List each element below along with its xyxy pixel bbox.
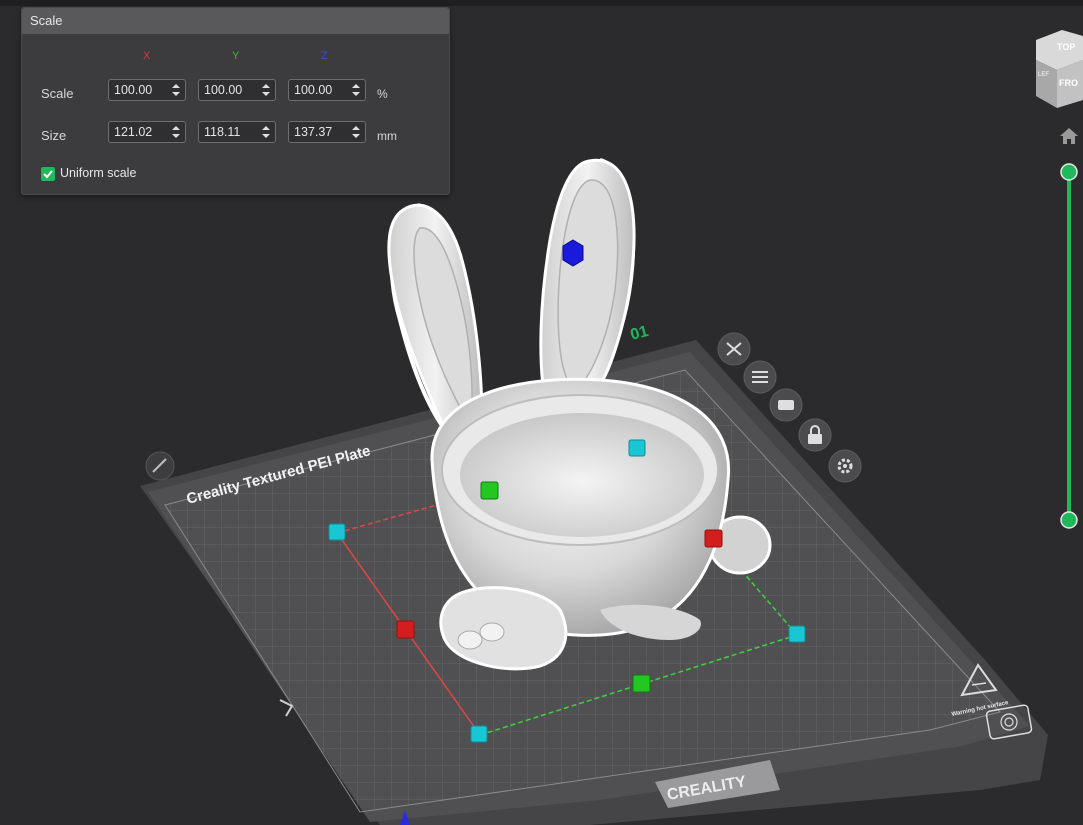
size-unit: mm: [377, 129, 397, 143]
plate-settings-button[interactable]: [828, 449, 862, 483]
view-cube-front: FRO: [1059, 78, 1078, 88]
uniform-scale-checkbox[interactable]: [41, 167, 55, 181]
size-x-value: 121.02: [114, 125, 153, 139]
plate-close-button[interactable]: [717, 332, 751, 366]
home-icon[interactable]: [1059, 126, 1079, 146]
layer-slider-bottom-handle: [1060, 511, 1078, 529]
scale-panel: Scale X Y Z Scale 100.00 100.00 100.00 %…: [21, 7, 450, 195]
plate-auto-arrange-button[interactable]: [769, 388, 803, 422]
layer-slider[interactable]: [1058, 163, 1080, 529]
plate-edit-button[interactable]: [145, 451, 175, 481]
stepper-arrows-icon[interactable]: [170, 124, 182, 140]
stepper-arrows-icon[interactable]: [260, 82, 272, 98]
scale-x-value: 100.00: [114, 83, 153, 97]
stepper-arrows-icon[interactable]: [170, 82, 182, 98]
plate-number: 01: [629, 323, 651, 344]
plate-lock-button[interactable]: [798, 418, 832, 452]
scale-panel-title: Scale: [22, 8, 449, 34]
axis-z-header: Z: [321, 50, 328, 62]
view-cube[interactable]: TOP FRO LEF: [1032, 30, 1083, 110]
scale-y-input[interactable]: 100.00: [198, 79, 276, 101]
layer-slider-top-handle: [1060, 163, 1078, 181]
scale-z-input[interactable]: 100.00: [288, 79, 366, 101]
size-z-input[interactable]: 137.37: [288, 121, 366, 143]
size-y-value: 118.11: [204, 125, 241, 139]
size-z-value: 137.37: [294, 125, 333, 139]
stepper-arrows-icon[interactable]: [350, 124, 362, 140]
scale-y-value: 100.00: [204, 83, 243, 97]
size-row-label: Size: [41, 128, 67, 143]
view-cube-left: LEF: [1038, 72, 1049, 78]
scale-z-value: 100.00: [294, 83, 333, 97]
stepper-arrows-icon[interactable]: [260, 124, 272, 140]
scale-x-input[interactable]: 100.00: [108, 79, 186, 101]
axis-y-header: Y: [232, 50, 240, 62]
axis-x-header: X: [143, 50, 151, 62]
size-y-input[interactable]: 118.11: [198, 121, 276, 143]
checkmark-icon: [43, 170, 53, 179]
view-cube-top: TOP: [1057, 42, 1075, 52]
plate-list-button[interactable]: [743, 360, 777, 394]
auto-arrange-icon: [778, 400, 794, 410]
uniform-scale-label[interactable]: Uniform scale: [60, 166, 136, 180]
size-x-input[interactable]: 121.02: [108, 121, 186, 143]
scale-row-label: Scale: [41, 86, 74, 101]
stepper-arrows-icon[interactable]: [350, 82, 362, 98]
scale-unit: %: [377, 87, 388, 101]
